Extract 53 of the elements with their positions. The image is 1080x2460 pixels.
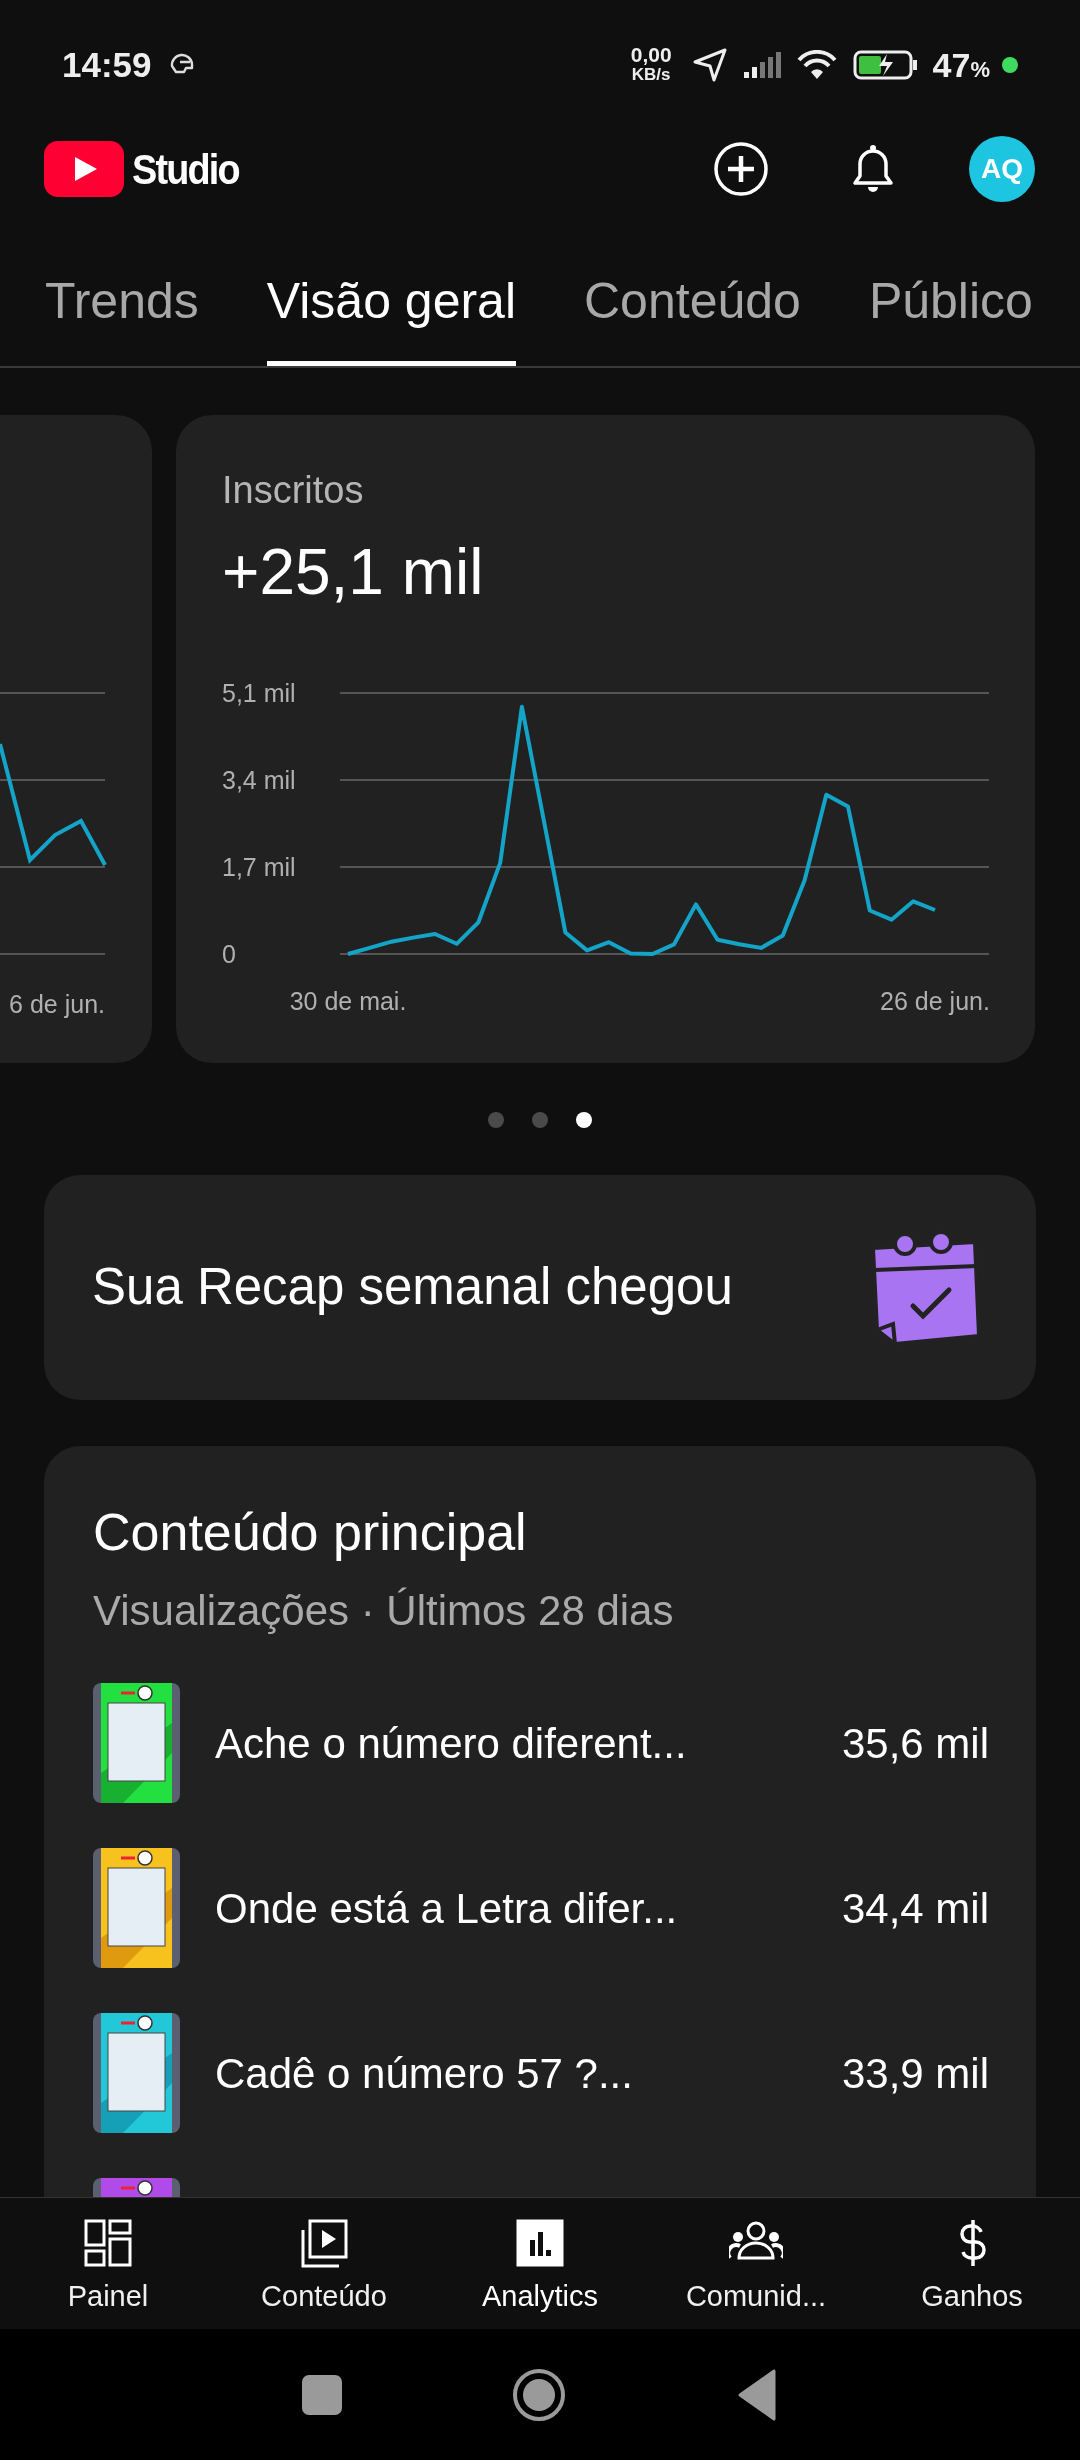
nav-tab[interactable]: Analytics [432,2198,648,2329]
tab[interactable]: Trends [45,273,199,366]
clock-time: 14:59 [62,43,152,86]
battery-percentage: 47 [932,44,971,86]
video-row[interactable]: Cadê o número 57 ?... 33,9 mil [93,2013,989,2133]
y-axis-label: 5,1 mil [222,679,296,707]
tab[interactable]: Conteúdo [584,273,801,366]
wifi-icon [796,50,837,80]
nav-label: Analytics [481,2279,598,2314]
nav-label: Ganhos [921,2279,1023,2314]
network-unit: KB/s [631,65,671,85]
navigation-arrow-icon [691,47,728,83]
nav-tab[interactable]: Conteúdo [216,2198,432,2329]
view-count: 34,4 mil [841,1883,989,1934]
percent-sign: % [970,55,990,84]
signal-icon [743,52,781,78]
nav-tab[interactable]: Comunid... [648,2198,864,2329]
video-title: Ache o número diferent... [215,1718,688,1769]
x-axis-label: 30 de mai. [289,987,407,1015]
section-subtitle: Visualizações · Últimos 28 dias [93,1586,675,1636]
back-button[interactable] [736,2368,778,2421]
plus-icon [713,141,769,197]
x-axis-label: 26 de jun. [880,987,989,1015]
video-title: Cadê o número 57 ?... [215,2048,634,2099]
view-count: 35,6 mil [841,1718,989,1769]
dashboard-icon [83,2218,133,2268]
metric-title: Inscritos [222,468,365,513]
video-row[interactable]: Ache o número diferent... 35,6 mil [93,1683,989,1803]
bar-chart-icon [515,2218,565,2268]
video-title: Onde está a Letra difer... [215,1883,679,1934]
home-button[interactable] [512,2367,566,2422]
y-axis-label: 1,7 mil [222,853,296,881]
battery-icon [852,50,917,80]
y-axis-label: 0 [222,940,236,968]
play-logo-icon [44,141,124,197]
view-count: 33,9 mil [841,2048,989,2099]
section-title: Conteúdo principal [93,1502,528,1562]
y-axis-label: 3,4 mil [222,766,296,794]
nav-label: Comunid... [685,2279,827,2314]
tab[interactable]: Visão geral [266,273,516,366]
nav-label: Painel [67,2279,149,2314]
nav-label: Conteúdo [261,2279,387,2314]
metric-value: +25,1 mil [222,537,485,607]
recents-button[interactable] [302,2374,342,2415]
network-speed: 0,00 [630,45,672,65]
tab[interactable]: Público [868,273,1033,366]
nav-tab[interactable]: Painel [0,2198,216,2329]
axis-label: 6 de jun. [9,989,105,1020]
create-button[interactable] [711,139,771,199]
video-library-icon [299,2218,349,2268]
app-name: Studio [132,144,239,195]
video-row[interactable]: Onde está a Letra difer... 34,4 mil [93,1848,989,1968]
nav-tab[interactable]: Ganhos [864,2198,1080,2329]
